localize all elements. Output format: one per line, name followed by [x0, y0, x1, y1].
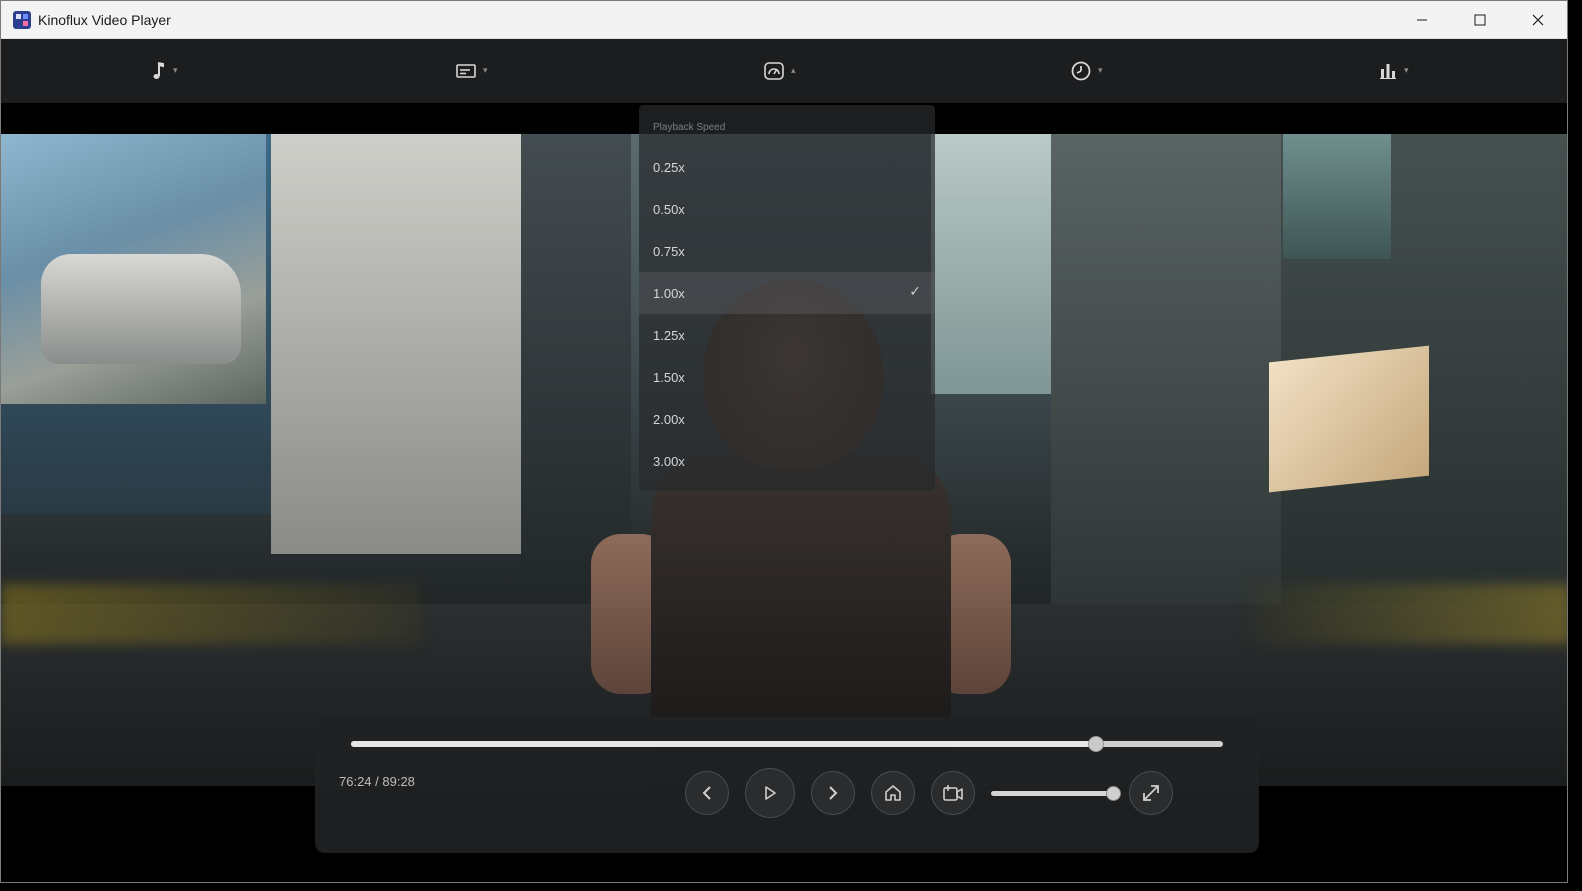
chevron-down-icon: ▾: [1098, 66, 1103, 76]
chevron-up-icon: ▴: [791, 66, 796, 76]
speed-option-3.00x[interactable]: 3.00x: [639, 440, 935, 482]
play-icon: [765, 786, 776, 800]
history-button[interactable]: ▾: [1070, 53, 1103, 89]
seek-handle[interactable]: [1087, 736, 1104, 752]
playback-speed-button[interactable]: ▴: [763, 53, 796, 89]
previous-button[interactable]: [685, 771, 729, 815]
speed-option-1.50x[interactable]: 1.50x: [639, 356, 935, 398]
fullscreen-button[interactable]: [1129, 771, 1173, 815]
minimize-icon: [1417, 19, 1427, 21]
next-icon: [829, 786, 838, 800]
seek-progress: [351, 741, 1096, 747]
checkmark-icon: ✓: [909, 284, 921, 300]
chevron-down-icon: ▾: [483, 66, 488, 76]
speedometer-icon: [764, 62, 784, 80]
app-window: Kinoflux Video Player ▾ ▾ ▴ ▾ ▾ Playback…: [0, 0, 1568, 883]
history-clock-icon: [1071, 61, 1091, 81]
snapshot-button[interactable]: [931, 771, 975, 815]
subtitles-icon: [456, 64, 476, 78]
kinoflux-logo-icon: [13, 11, 31, 29]
speed-option-0.25x[interactable]: 0.25x: [639, 146, 935, 188]
maximize-icon: [1474, 14, 1486, 26]
speed-option-0.50x[interactable]: 0.50x: [639, 188, 935, 230]
volume-handle[interactable]: [1105, 786, 1121, 801]
chevron-down-icon: ▾: [173, 66, 178, 76]
speed-option-1.00x[interactable]: 1.00x ✓: [639, 272, 935, 314]
home-button[interactable]: [871, 771, 915, 815]
speed-option-0.75x[interactable]: 0.75x: [639, 230, 935, 272]
subtitles-button[interactable]: ▾: [455, 53, 488, 89]
speed-option-2.00x[interactable]: 2.00x: [639, 398, 935, 440]
minimize-button[interactable]: [1393, 1, 1451, 39]
close-icon: [1532, 14, 1544, 26]
speed-menu-header: Playback Speed: [653, 122, 726, 133]
speed-option-1.25x[interactable]: 1.25x: [639, 314, 935, 356]
maximize-button[interactable]: [1451, 1, 1509, 39]
play-button[interactable]: [745, 768, 795, 818]
music-note-icon: [153, 62, 164, 79]
statistics-button[interactable]: ▾: [1378, 53, 1409, 89]
snapshot-icon: [943, 785, 963, 801]
next-button[interactable]: [811, 771, 855, 815]
seek-bar[interactable]: [351, 736, 1223, 752]
chevron-down-icon: ▾: [1404, 66, 1409, 76]
fullscreen-icon: [1143, 785, 1159, 801]
previous-icon: [702, 786, 711, 800]
toolbar: ▾ ▾ ▴ ▾ ▾: [1, 39, 1567, 103]
close-button[interactable]: [1509, 1, 1567, 39]
playback-speed-menu: Playback Speed 0.25x 0.50x 0.75x 1.00x ✓ …: [639, 105, 935, 491]
audio-track-button[interactable]: ▾: [149, 53, 178, 89]
time-display: 76:24 / 89:28: [339, 774, 415, 789]
title-bar: Kinoflux Video Player: [1, 1, 1567, 39]
control-panel: 76:24 / 89:28: [315, 717, 1259, 853]
bar-chart-icon: [1380, 64, 1396, 79]
volume-slider[interactable]: [991, 786, 1121, 801]
window-title: Kinoflux Video Player: [38, 12, 171, 28]
home-icon: [885, 785, 901, 801]
